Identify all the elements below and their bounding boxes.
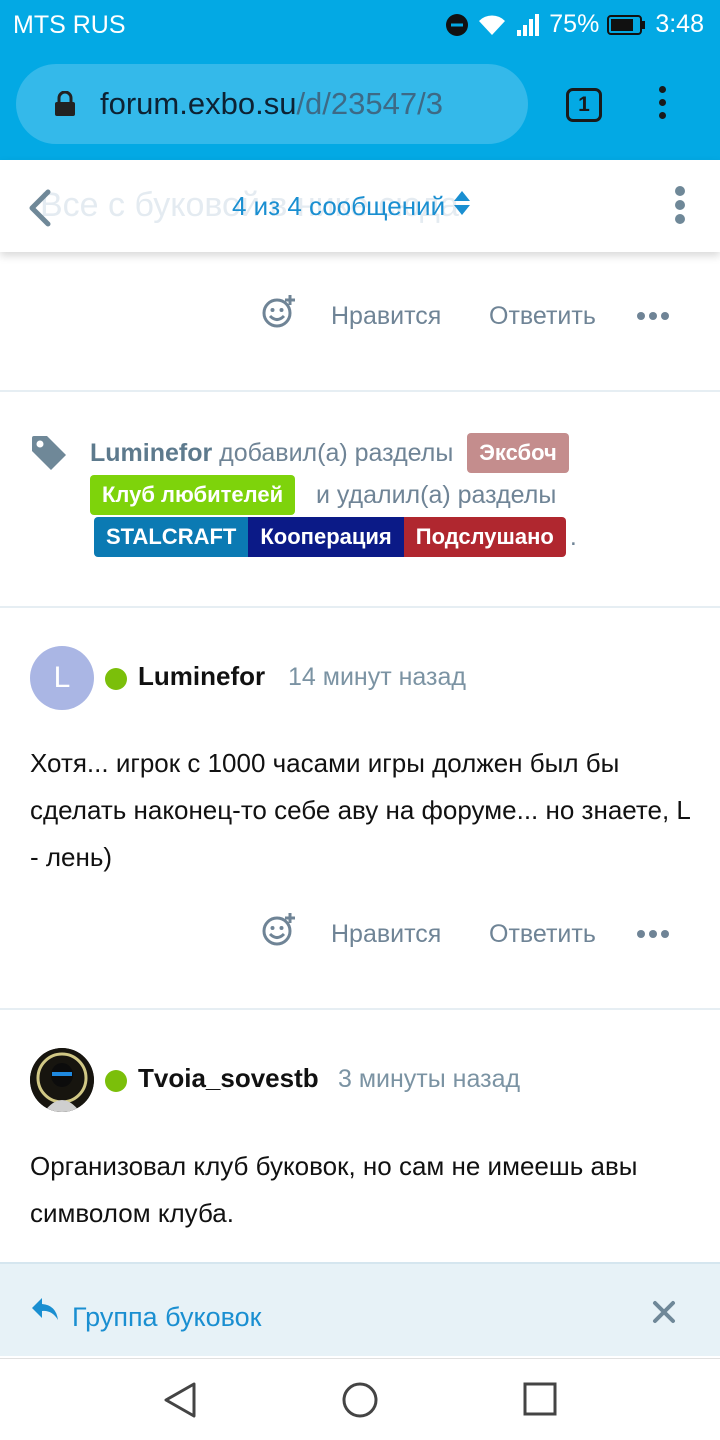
discussion-menu-icon[interactable]: [672, 186, 688, 228]
url-text: forum.exbo.su/d/23547/3: [100, 86, 443, 122]
tag-badge[interactable]: STALCRAFT: [94, 517, 249, 557]
divider: [0, 1008, 720, 1010]
wifi-icon: [477, 13, 507, 37]
post-username[interactable]: Luminefor: [138, 661, 265, 692]
post-time[interactable]: 3 минуты назад: [338, 1065, 520, 1094]
scrubber-label: 4 из 4 сообщений: [232, 191, 446, 221]
tag-badge[interactable]: Эксбоч: [467, 433, 569, 473]
avatar[interactable]: L: [30, 646, 94, 710]
back-arrow-icon[interactable]: [26, 188, 54, 233]
end-punctuation: .: [569, 522, 577, 551]
add-reaction-icon[interactable]: [262, 912, 296, 951]
add-reaction-icon[interactable]: [262, 294, 296, 333]
post-body: Хотя... игрок с 1000 часами игры должен …: [30, 748, 690, 872]
recent-apps-square-icon[interactable]: [522, 1381, 558, 1422]
tab-switcher-button[interactable]: 1: [566, 88, 602, 122]
event-user[interactable]: Luminefor: [90, 439, 212, 468]
browser-menu-icon[interactable]: [652, 86, 672, 126]
like-button[interactable]: Нравится: [331, 302, 441, 331]
signal-icon: [515, 13, 541, 37]
post-actions: Нравится Ответить: [0, 912, 720, 962]
tag-line-removed: Клуб любителей и удалил(а) разделы: [90, 474, 556, 516]
post-actions: Нравится Ответить: [0, 294, 720, 344]
browser-toolbar: forum.exbo.su/d/23547/3 1: [0, 50, 720, 160]
home-circle-icon[interactable]: [341, 1381, 379, 1424]
more-options-icon[interactable]: [637, 930, 669, 938]
battery-percent: 75%: [549, 10, 600, 38]
post-time[interactable]: 14 минут назад: [288, 663, 466, 692]
post-header: Tvoia_sovestb 3 минуты назад: [0, 1048, 720, 1112]
post-username[interactable]: Tvoia_sovestb: [138, 1063, 319, 1094]
like-button[interactable]: Нравится: [331, 920, 441, 949]
post-header: L Luminefor 14 минут назад: [0, 646, 720, 710]
carrier-name: MTS RUS: [13, 11, 126, 39]
post-scrubber[interactable]: 4 из 4 сообщений: [232, 190, 471, 223]
url-path: /d/23547/3: [296, 86, 443, 121]
status-bar: MTS RUS 75% 3:48: [0, 0, 720, 50]
online-status-icon: [105, 1070, 127, 1092]
system-navigation-bar: [0, 1358, 720, 1440]
do-not-disturb-icon: [445, 13, 469, 37]
reply-button[interactable]: Ответить: [489, 920, 596, 949]
tag-badge[interactable]: Клуб любителей: [90, 475, 296, 515]
reply-icon: [30, 1296, 60, 1329]
url-domain: forum.exbo.su: [100, 86, 297, 121]
tag-line-removed-tags: STALCRAFT Кооперация Подслушано .: [94, 516, 577, 558]
composer-banner[interactable]: Группа буковок: [0, 1262, 720, 1356]
lock-icon: [54, 90, 76, 122]
sort-arrows-icon: [453, 190, 471, 223]
divider: [0, 606, 720, 608]
avatar[interactable]: [30, 1048, 94, 1112]
more-options-icon[interactable]: [637, 312, 669, 320]
close-icon[interactable]: [652, 1300, 676, 1329]
tag-change-event: Luminefor добавил(а) разделы Эксбоч Клуб…: [0, 392, 720, 606]
post-body: Организовал клуб буковок, но сам не имее…: [30, 1151, 638, 1228]
clock: 3:48: [655, 10, 704, 38]
added-text: добавил(а) разделы: [219, 438, 454, 467]
discussion-header: Все с буковой в нике сюда 4 из 4 сообщен…: [0, 160, 720, 252]
removed-tags-group: STALCRAFT Кооперация Подслушано: [94, 517, 566, 557]
removed-text: и удалил(а) разделы: [315, 480, 557, 509]
address-bar[interactable]: forum.exbo.su/d/23547/3: [16, 64, 528, 144]
back-triangle-icon[interactable]: [162, 1381, 198, 1424]
tag-badge[interactable]: Кооперация: [248, 517, 404, 557]
tag-icon: [30, 434, 68, 477]
composer-title: Группа буковок: [72, 1302, 262, 1332]
reply-button[interactable]: Ответить: [489, 302, 596, 331]
tag-badge[interactable]: Подслушано: [403, 517, 566, 557]
online-status-icon: [105, 668, 127, 690]
tag-line-added: Luminefor добавил(а) разделы Эксбоч: [90, 432, 569, 474]
battery-icon: [607, 14, 647, 36]
